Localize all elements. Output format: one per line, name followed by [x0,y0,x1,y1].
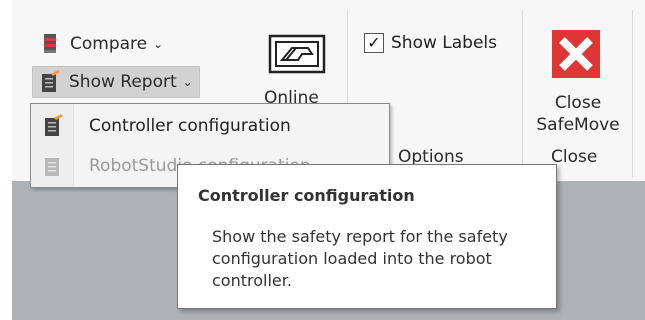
close-safemove-label: Close SafeMove [536,93,620,135]
show-labels-checkbox[interactable]: ✓ Show Labels [364,33,497,53]
tooltip: Controller configuration Show the safety… [177,164,557,309]
online-button[interactable] [268,34,326,74]
report-icon [39,70,61,94]
close-safemove-button[interactable] [552,30,600,78]
close-group-label: Close [551,147,598,167]
report-icon [43,154,63,178]
compare-icon [40,32,62,56]
online-icon [268,34,326,74]
show-labels-label: Show Labels [391,33,497,53]
checkbox-checked-icon[interactable]: ✓ [364,33,384,53]
left-margin [0,0,12,320]
chevron-down-icon: ⌄ [153,37,164,51]
compare-label: Compare [70,34,148,54]
group-separator [522,10,523,178]
menu-item-controller-configuration[interactable]: Controller configuration [31,106,389,146]
tooltip-title: Controller configuration [198,186,415,205]
group-separator [632,10,633,178]
close-x-icon [552,30,600,78]
report-icon [43,114,63,138]
menu-item-label: Controller configuration [89,116,291,136]
chevron-down-icon: ⌄ [182,75,193,89]
show-report-button[interactable]: Show Report ⌄ [32,66,200,98]
tooltip-body: Show the safety report for the safety co… [212,227,508,290]
compare-button[interactable]: Compare ⌄ [40,30,163,58]
show-report-label: Show Report [69,72,177,92]
